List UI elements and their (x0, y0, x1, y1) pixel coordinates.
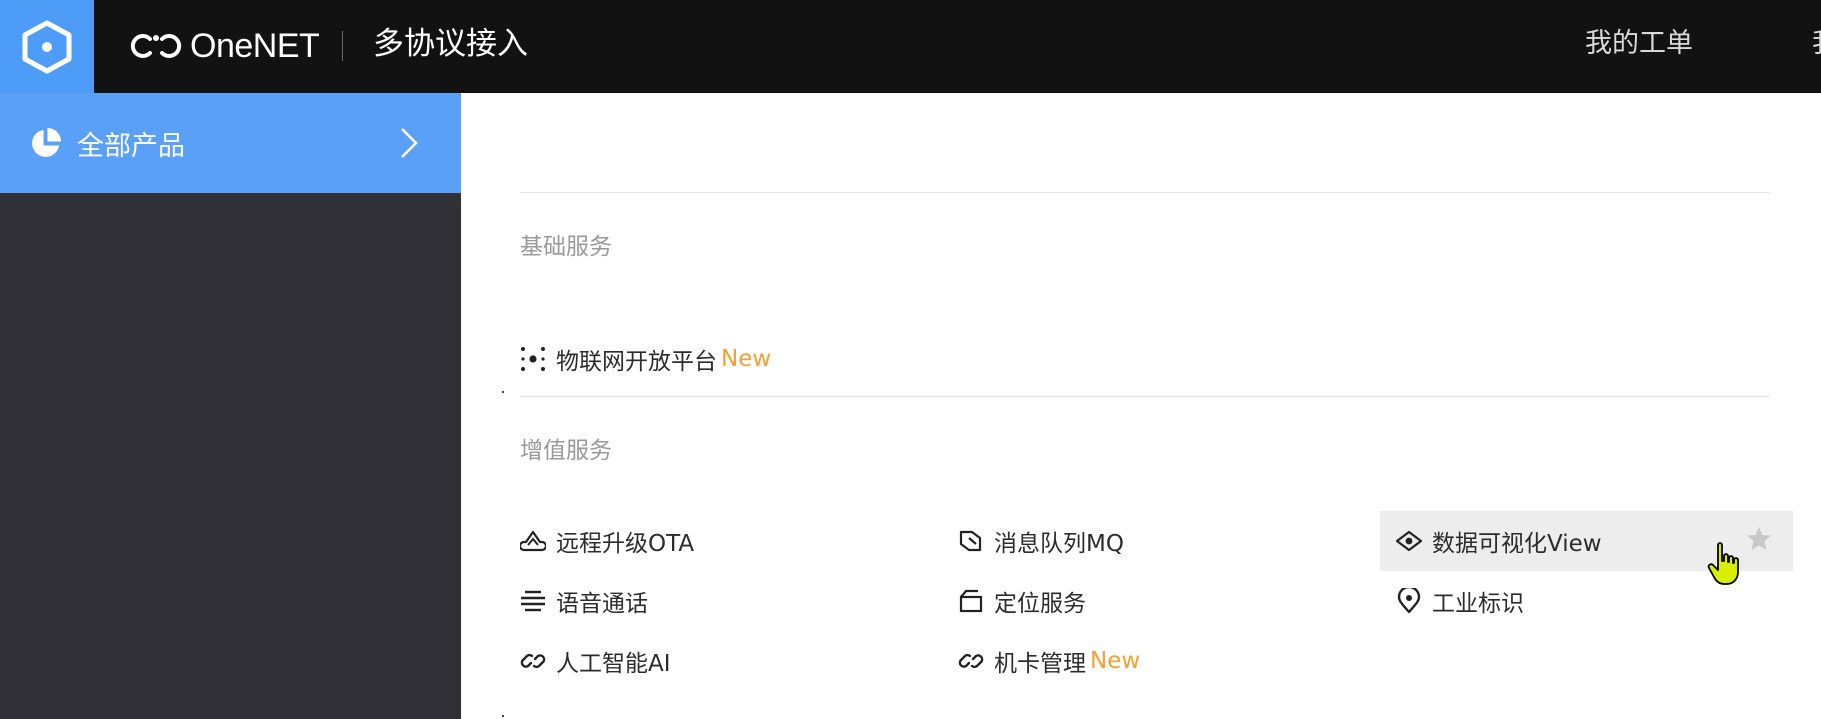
product-ota[interactable]: 远程升级OTA (520, 521, 694, 561)
product-voice-call[interactable]: 语音通话 (520, 581, 648, 621)
module-title: 多协议接入 (373, 26, 528, 62)
sidebar: 全部产品 (0, 93, 461, 719)
product-label: 远程升级OTA (556, 531, 695, 557)
product-label: 定位服务 (994, 591, 1086, 617)
stray-dot (502, 391, 504, 393)
section-title-basic: 基础服务 (520, 234, 612, 260)
product-label: 消息队列MQ (994, 531, 1124, 557)
product-location[interactable]: 定位服务 (958, 581, 1086, 621)
all-products-menu[interactable]: 全部产品 (0, 93, 461, 193)
voice-lines-icon (520, 588, 546, 614)
product-label: 工业标识 (1432, 591, 1524, 617)
product-label: 语音通话 (556, 591, 648, 617)
product-mq[interactable]: 消息队列MQ (958, 521, 1124, 561)
product-label: 物联网开放平台 (556, 349, 717, 375)
brand-name: OneNET (190, 26, 320, 65)
dots-cluster-icon (520, 346, 546, 372)
onenet-mark-icon (130, 34, 182, 58)
link-icon (958, 648, 984, 674)
all-products-label: 全部产品 (77, 130, 185, 162)
chevron-right-icon (401, 128, 418, 158)
product-iot-platform[interactable]: 物联网开放平台 New (520, 339, 771, 379)
product-data-view[interactable]: 数据可视化View (1396, 521, 1602, 561)
product-card-management[interactable]: 机卡管理 New (958, 641, 1140, 681)
product-label: 机卡管理 (994, 651, 1086, 677)
stray-dot (502, 715, 504, 717)
cloud-upload-icon (520, 528, 546, 554)
brand-logo[interactable]: OneNET (128, 24, 320, 68)
product-ai[interactable]: 人工智能AI (520, 641, 671, 681)
divider (520, 192, 1770, 193)
new-badge: New (721, 346, 772, 372)
link-icon (520, 648, 546, 674)
divider (520, 396, 1770, 397)
top-bar: OneNET 多协议接入 我的工单 我 (0, 0, 1821, 93)
app-logo-button[interactable] (0, 0, 94, 93)
header-divider (342, 31, 343, 61)
message-queue-icon (958, 528, 984, 554)
pie-chart-icon (32, 127, 62, 157)
my-orders-link[interactable]: 我的工单 (1585, 24, 1693, 64)
header-nav-item-clipped[interactable]: 我 (1812, 24, 1821, 64)
product-label: 数据可视化View (1432, 531, 1602, 557)
product-panel: 基础服务 物联网开放平台 New 增值服务 远程升级OTA 消息队列MQ 数据可… (461, 93, 1821, 719)
new-badge: New (1090, 648, 1141, 674)
product-label: 人工智能AI (556, 651, 671, 677)
section-title-value-added: 增值服务 (520, 438, 612, 464)
eye-visual-icon (1396, 528, 1422, 554)
map-pin-icon (1396, 588, 1422, 614)
star-favorite-icon[interactable] (1745, 525, 1773, 553)
hexagon-logo-icon (22, 20, 72, 73)
product-industrial-id[interactable]: 工业标识 (1396, 581, 1524, 621)
location-box-icon (958, 588, 984, 614)
hand-pointer-cursor-icon (1707, 542, 1739, 585)
